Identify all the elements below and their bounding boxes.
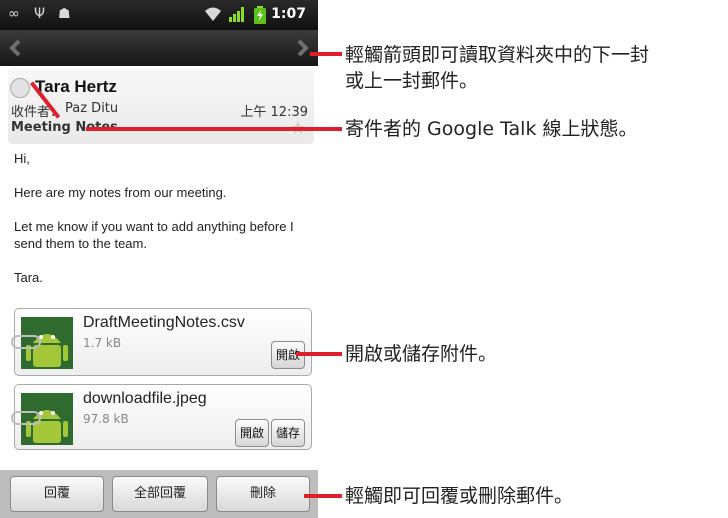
debug-icon: ☗: [58, 6, 71, 22]
arrow-right-icon[interactable]: [290, 36, 314, 60]
recipient-name: Paz Ditu: [65, 101, 119, 116]
callout-line-presence: [86, 127, 342, 131]
body-paragraph: Let me know if you want to add anything …: [14, 219, 294, 251]
reply-button[interactable]: 回覆: [10, 476, 104, 512]
body-paragraph: Hi,: [14, 151, 30, 166]
message-body: Hi, Here are my notes from our meeting. …: [14, 150, 304, 303]
attachment-item: DraftMeetingNotes.csv 1.7 kB 開啟: [11, 308, 312, 376]
attachment-size: 97.8 kB: [83, 412, 129, 426]
callout-actions: 輕觸即可回覆或刪除郵件。: [345, 485, 574, 507]
paperclip-icon: [11, 335, 41, 349]
usb-icon: Ψ: [34, 6, 46, 22]
delete-button[interactable]: 刪除: [216, 476, 310, 512]
open-attachment-button[interactable]: 開啟: [234, 419, 269, 447]
paperclip-icon: [11, 411, 41, 425]
callout-line-attachment: [296, 352, 342, 356]
reply-all-button[interactable]: 全部回覆: [112, 476, 208, 512]
callout-arrows-line1: 輕觸箭頭即可讀取資料夾中的下一封: [345, 44, 650, 66]
attachment-size: 1.7 kB: [83, 336, 122, 350]
callout-arrows-line2: 或上一封郵件。: [345, 70, 479, 92]
attachment-name: downloadfile.jpeg: [83, 390, 207, 407]
wifi-icon: [204, 6, 222, 26]
action-bar: 回覆 全部回覆 刪除: [0, 470, 318, 518]
body-paragraph: Tara.: [14, 270, 43, 285]
message-header: Tara Hertz 收件者： Paz Ditu 上午 12:39 Meetin…: [8, 68, 314, 144]
sender-name[interactable]: Tara Hertz: [35, 77, 117, 97]
callout-presence: 寄件者的 Google Talk 線上狀態。: [345, 118, 638, 140]
signal-icon: [228, 6, 246, 26]
body-paragraph: Here are my notes from our meeting.: [14, 185, 227, 200]
attachment-name: DraftMeetingNotes.csv: [83, 314, 245, 331]
status-bar: ∞ Ψ ☗ 1:07: [0, 0, 318, 30]
save-attachment-button[interactable]: 儲存: [270, 419, 305, 447]
status-time: 1:07: [271, 6, 306, 22]
arrow-left-icon[interactable]: [4, 36, 28, 60]
callout-attachment: 開啟或儲存附件。: [345, 343, 498, 365]
message-nav-bar: [0, 30, 318, 66]
presence-status-icon: [10, 78, 30, 98]
attachment-item: downloadfile.jpeg 97.8 kB 開啟 儲存: [11, 384, 312, 450]
callout-line-actions: [304, 494, 342, 498]
voicemail-icon: ∞: [8, 6, 20, 22]
callout-arrows: 輕觸箭頭即可讀取資料夾中的下一封 或上一封郵件。: [345, 42, 649, 94]
phone-screen: ∞ Ψ ☗ 1:07 Tara Hertz 收件者： Paz Ditu 上午 1…: [0, 0, 318, 518]
battery-icon: [254, 6, 266, 28]
callout-line-arrows: [310, 52, 342, 56]
